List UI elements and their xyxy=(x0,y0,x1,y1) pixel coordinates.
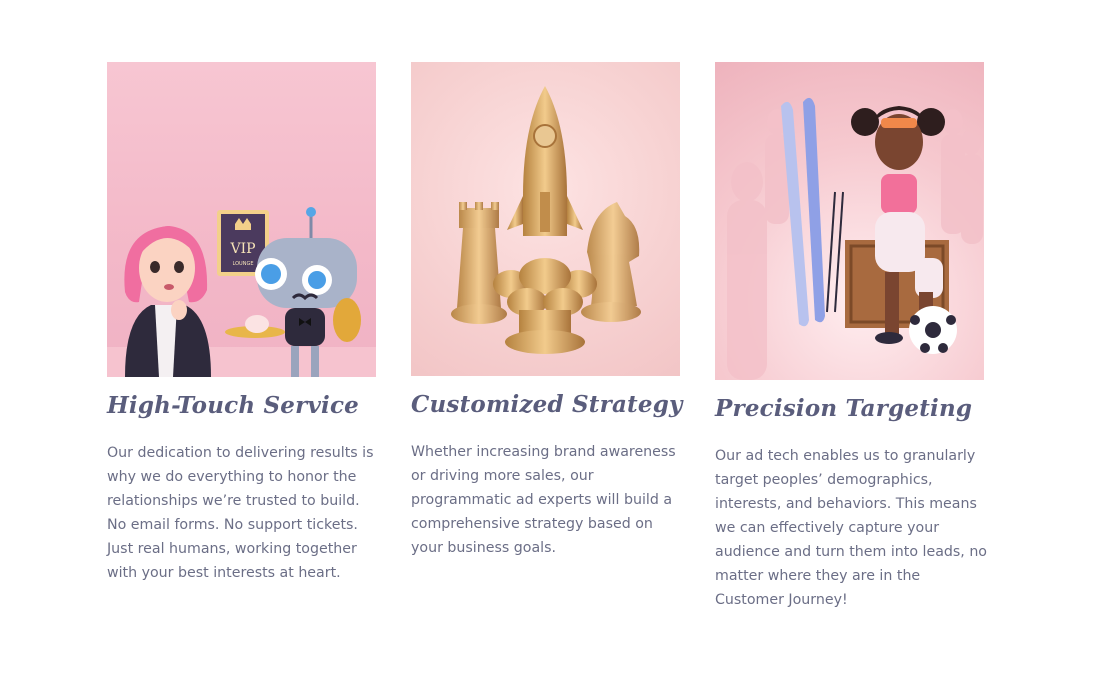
pink-hair-girl xyxy=(124,226,211,377)
feature-description: Whether increasing brand awareness or dr… xyxy=(411,444,676,556)
golden-smoke xyxy=(493,258,597,354)
high-touch-service-illustration: VIP LOUNGE xyxy=(107,62,376,377)
feature-title: High-Touch Service xyxy=(107,392,359,419)
feature-card-high-touch-service: VIP LOUNGE High-Touch Service Our dedica… xyxy=(107,62,376,585)
feature-card-customized-strategy: Customized Strategy Whether increasing b… xyxy=(411,62,683,560)
vip-sign-subtext: LOUNGE xyxy=(233,261,254,267)
athlete-scene xyxy=(727,97,983,380)
customized-strategy-illustration xyxy=(411,62,680,376)
feature-description: Our dedication to delivering results is … xyxy=(107,445,374,581)
feature-title: Customized Strategy xyxy=(411,391,683,418)
rocket xyxy=(507,86,583,236)
soccer-ball xyxy=(909,306,957,354)
knight-piece xyxy=(581,202,641,322)
feature-description: Our ad tech enables us to granularly tar… xyxy=(715,448,987,608)
feature-card-precision-targeting: Precision Targeting Our ad tech enables … xyxy=(715,62,987,612)
feature-title: Precision Targeting xyxy=(715,395,973,422)
precision-targeting-illustration xyxy=(715,62,984,380)
rocket-chess-scene xyxy=(451,86,641,354)
vip-sign-text: VIP xyxy=(229,241,255,257)
vip-lounge-scene: VIP LOUNGE xyxy=(107,207,376,377)
skis xyxy=(781,97,844,327)
rook-piece xyxy=(451,202,507,324)
